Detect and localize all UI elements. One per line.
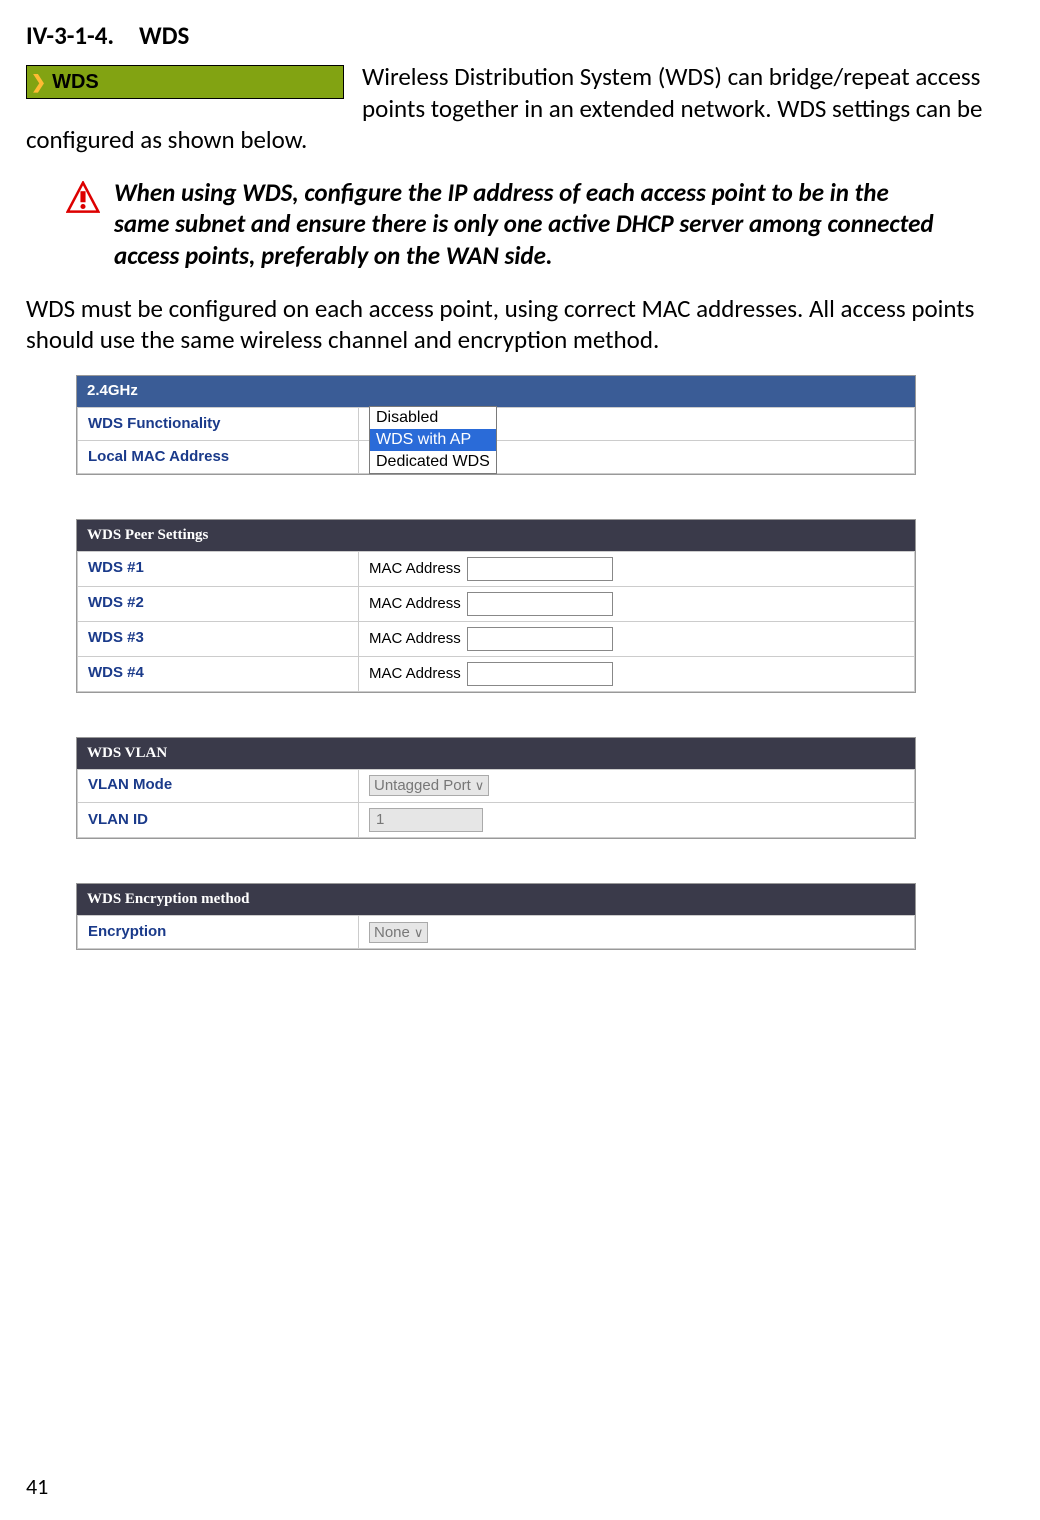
section-heading: IV-3-1-4. WDS	[26, 20, 1014, 51]
panel-header-peer: WDS Peer Settings	[77, 520, 915, 551]
mac-label-2: MAC Address	[369, 595, 461, 614]
encryption-select[interactable]: None ∨	[369, 922, 428, 943]
vlan-mode-select[interactable]: Untagged Port ∨	[369, 775, 489, 796]
config-paragraph: WDS must be configured on each access po…	[26, 293, 1014, 356]
row-vlan-id: VLAN ID 1	[78, 802, 915, 838]
mac-input-1[interactable]	[467, 557, 613, 581]
vlan-id-input[interactable]: 1	[369, 808, 483, 833]
label-vlan-mode: VLAN Mode	[78, 769, 359, 802]
mac-label-4: MAC Address	[369, 665, 461, 684]
row-wds-functionality: WDS Functionality Disabled WDS with AP D…	[78, 408, 915, 441]
row-encryption: Encryption None ∨	[78, 916, 915, 949]
wds-badge-label: WDS	[52, 70, 99, 95]
mac-input-4[interactable]	[467, 662, 613, 686]
row-wds3: WDS #3 MAC Address	[78, 621, 915, 656]
mac-input-3[interactable]	[467, 627, 613, 651]
chevron-down-icon: ∨	[414, 926, 424, 939]
option-disabled[interactable]: Disabled	[370, 407, 496, 429]
row-wds2: WDS #2 MAC Address	[78, 586, 915, 621]
intro-paragraph: ❯ WDS Wireless Distribution System (WDS)…	[26, 61, 1014, 155]
row-wds1: WDS #1 MAC Address	[78, 551, 915, 586]
wds-nav-badge: ❯ WDS	[26, 65, 344, 99]
mac-input-2[interactable]	[467, 592, 613, 616]
label-local-mac: Local MAC Address	[78, 441, 359, 474]
chevron-right-icon: ❯	[31, 71, 46, 94]
label-wds3: WDS #3	[78, 621, 359, 656]
page-number: 41	[26, 1473, 48, 1501]
panel-wds-vlan: WDS VLAN VLAN Mode Untagged Port ∨ VLAN …	[76, 737, 916, 840]
chevron-down-icon: ∨	[475, 779, 485, 792]
panel-wds-encryption: WDS Encryption method Encryption None ∨	[76, 883, 916, 950]
label-wds4: WDS #4	[78, 656, 359, 691]
label-wds2: WDS #2	[78, 586, 359, 621]
option-dedicated-wds[interactable]: Dedicated WDS	[370, 451, 496, 473]
panel-wds-peer: WDS Peer Settings WDS #1 MAC Address WDS…	[76, 519, 916, 693]
option-wds-with-ap[interactable]: WDS with AP	[370, 429, 496, 451]
mac-label-3: MAC Address	[369, 630, 461, 649]
panel-header-vlan: WDS VLAN	[77, 738, 915, 769]
vlan-mode-value: Untagged Port	[374, 778, 471, 793]
warning-text: When using WDS, configure the IP address…	[114, 177, 936, 271]
warning-note: When using WDS, configure the IP address…	[66, 177, 936, 271]
label-wds-functionality: WDS Functionality	[78, 408, 359, 441]
mac-label-1: MAC Address	[369, 560, 461, 579]
label-wds1: WDS #1	[78, 551, 359, 586]
label-vlan-id: VLAN ID	[78, 802, 359, 838]
warning-icon	[66, 181, 100, 215]
panel-header-24ghz: 2.4GHz	[77, 376, 915, 407]
panel-24ghz: 2.4GHz WDS Functionality Disabled WDS wi…	[76, 375, 916, 475]
row-wds4: WDS #4 MAC Address	[78, 656, 915, 691]
label-encryption: Encryption	[78, 916, 359, 949]
row-vlan-mode: VLAN Mode Untagged Port ∨	[78, 769, 915, 802]
encryption-value: None	[374, 925, 410, 940]
panel-header-encryption: WDS Encryption method	[77, 884, 915, 915]
